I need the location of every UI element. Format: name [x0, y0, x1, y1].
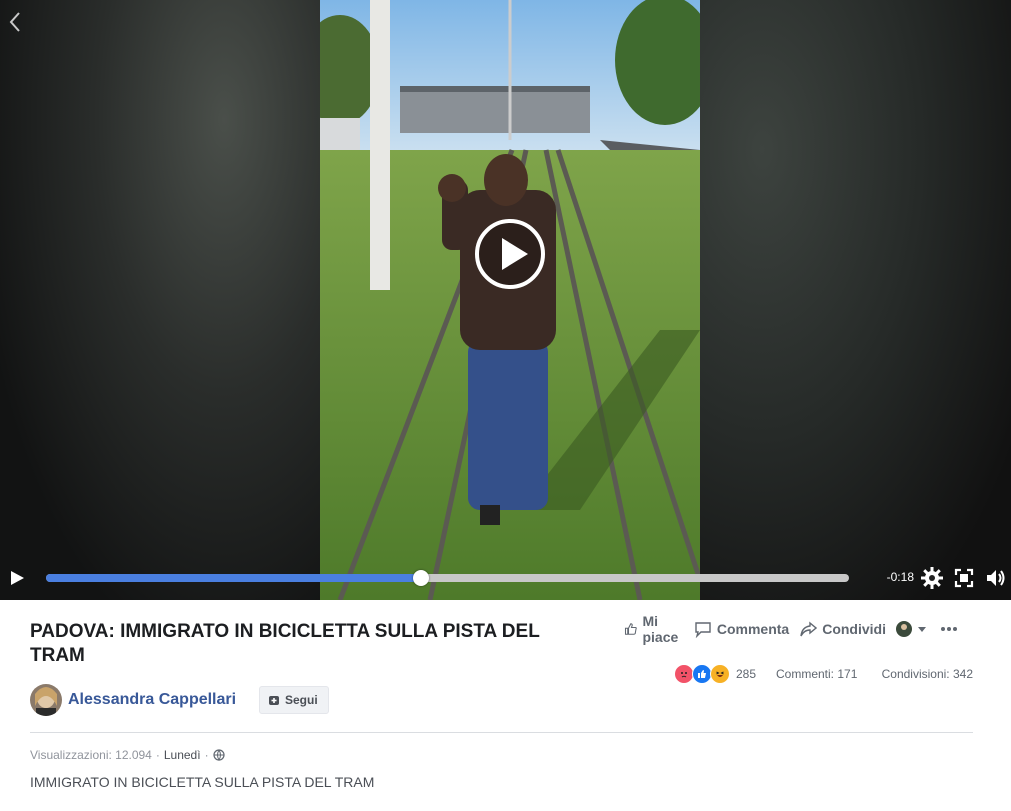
share-button[interactable]: Condividi — [799, 620, 886, 638]
reactions-summary[interactable]: 285 — [674, 664, 756, 684]
play-icon — [475, 219, 545, 289]
like-label: Mi piace — [642, 613, 679, 645]
volume-icon[interactable] — [985, 567, 1007, 589]
follow-icon — [269, 696, 279, 705]
video-frame — [320, 0, 700, 600]
post-description: IMMIGRATO IN BICICLETTA SULLA PISTA DEL … — [30, 774, 375, 790]
haha-reaction-icon — [710, 664, 730, 684]
meta-separator: · — [204, 748, 209, 762]
comment-button[interactable]: Commenta — [694, 620, 789, 638]
divider — [30, 732, 973, 733]
video-scene — [320, 0, 700, 600]
reaction-count: 285 — [736, 667, 757, 681]
settings-gear-icon[interactable] — [921, 567, 943, 589]
view-count: Visualizzazioni: 12.094 — [30, 748, 152, 762]
video-blur-right — [700, 0, 1011, 600]
more-dots-icon — [941, 627, 957, 631]
comments-count-link[interactable]: Commenti: 171 — [776, 667, 857, 681]
thumbs-up-icon — [624, 623, 637, 635]
play-overlay-button[interactable] — [474, 218, 546, 290]
comment-icon — [695, 622, 711, 638]
post-day-link[interactable]: Lunedì — [164, 748, 201, 762]
page-selector-button[interactable] — [896, 621, 932, 637]
time-remaining: -0:18 — [886, 570, 914, 584]
play-button[interactable] — [8, 568, 26, 588]
post-title: PADOVA: IMMIGRATO IN BICICLETTA SULLA PI… — [30, 621, 540, 666]
page-avatar-icon — [896, 621, 912, 637]
video-blur-left — [0, 0, 320, 600]
progress-fill — [46, 574, 421, 582]
author-row: Alessandra Cappellari — [30, 684, 236, 716]
back-arrow-icon[interactable] — [6, 10, 24, 34]
follow-label: Segui — [285, 693, 318, 707]
share-icon — [800, 621, 818, 637]
video-controls: -0:18 — [0, 562, 1011, 594]
like-button[interactable]: Mi piace — [624, 613, 684, 645]
play-small-icon — [11, 571, 24, 585]
more-options-button[interactable] — [940, 626, 963, 632]
globe-icon — [212, 749, 225, 761]
progress-knob[interactable] — [413, 570, 429, 586]
action-bar: Mi piace Commenta Condividi — [624, 613, 973, 645]
chevron-down-icon — [918, 627, 926, 632]
shares-count-link[interactable]: Condivisioni: 342 — [882, 667, 973, 681]
avatar[interactable] — [30, 684, 62, 716]
meta-separator: · — [155, 748, 160, 762]
reactions-row: 285 Commenti: 171 Condivisioni: 342 — [674, 664, 973, 684]
like-reaction-icon — [692, 664, 712, 684]
video-player[interactable]: -0:18 — [0, 0, 1011, 600]
author-name-link[interactable]: Alessandra Cappellari — [68, 691, 236, 709]
share-label: Condividi — [822, 621, 886, 637]
comment-label: Commenta — [716, 621, 790, 637]
follow-button[interactable]: Segui — [259, 686, 329, 714]
post-meta: Visualizzazioni: 12.094 · Lunedì · — [30, 748, 225, 762]
progress-bar[interactable] — [46, 570, 849, 586]
fullscreen-icon[interactable] — [953, 567, 975, 589]
angry-reaction-icon — [674, 664, 694, 684]
